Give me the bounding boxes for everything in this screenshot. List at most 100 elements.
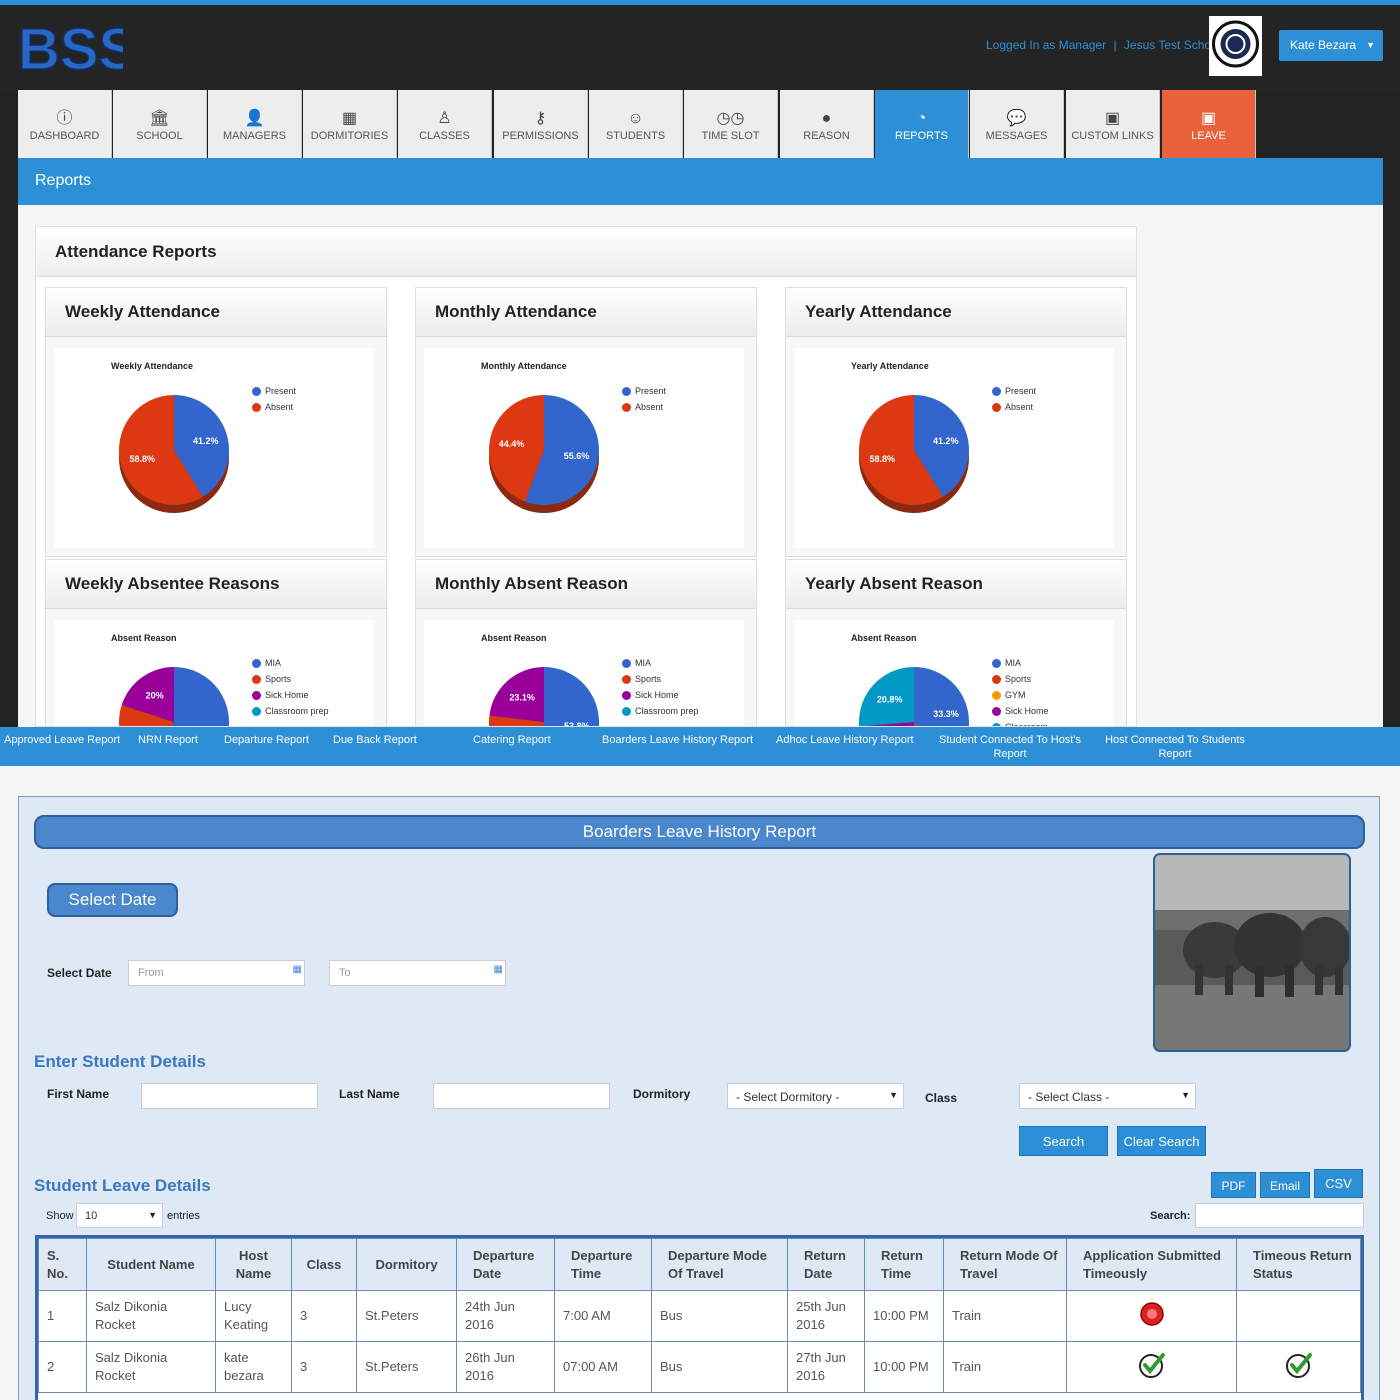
- legend-item[interactable]: Sick Home: [252, 690, 329, 706]
- tab-reports[interactable]: ◔ REPORTS: [875, 90, 969, 158]
- tab-dormitories[interactable]: ▦ DORMITORIES: [303, 90, 397, 158]
- legend-label: Sick Home: [1005, 706, 1049, 716]
- logged-in-link[interactable]: Logged In as Manager: [986, 38, 1106, 52]
- column-header[interactable]: Application Submitted Timeously: [1066, 1238, 1237, 1291]
- checkmark-icon: [1285, 1352, 1312, 1378]
- student-connected-to-hosts-report-link[interactable]: Student Connected To Host's Report: [936, 733, 1084, 761]
- column-header[interactable]: Dormitory: [356, 1238, 457, 1291]
- chart-title: Weekly Attendance: [111, 361, 194, 371]
- legend-item[interactable]: Sports: [992, 674, 1049, 690]
- departure-report-link[interactable]: Departure Report: [224, 733, 309, 747]
- pie-chart: 41.2% 58.8%: [118, 395, 229, 513]
- tab-students[interactable]: ☺ STUDENTS: [589, 90, 683, 158]
- legend-item[interactable]: MIA: [992, 658, 1049, 674]
- clear-search-button[interactable]: Clear Search: [1117, 1126, 1206, 1156]
- legend-swatch: [252, 403, 261, 413]
- to-date-input[interactable]: To ▦: [329, 960, 506, 986]
- attendance-panel-heading: Attendance Reports: [36, 227, 1136, 277]
- tab-leave[interactable]: ▣ LEAVE: [1162, 90, 1256, 158]
- reports-content: Attendance Reports Weekly Attendance Wee…: [18, 205, 1383, 727]
- class-select[interactable]: - Select Class - ▼: [1019, 1083, 1196, 1109]
- entries-label: entries: [167, 1210, 201, 1222]
- pdf-export-button[interactable]: PDF: [1211, 1172, 1256, 1198]
- legend-item[interactable]: Absent: [992, 402, 1036, 418]
- adhoc-leave-history-report-link[interactable]: Adhoc Leave History Report: [776, 733, 914, 747]
- column-header[interactable]: Timeous Return Status: [1236, 1238, 1361, 1291]
- chart-title: Absent Reason: [481, 633, 547, 643]
- due-back-report-link[interactable]: Due Back Report: [333, 733, 417, 747]
- legend-item[interactable]: Present: [622, 386, 666, 402]
- card-title: Monthly Absent Reason: [416, 560, 756, 609]
- csv-export-button[interactable]: CSV: [1314, 1169, 1363, 1198]
- column-header[interactable]: Departure Time: [554, 1238, 652, 1291]
- tab-custom-links[interactable]: ▣ CUSTOM LINKS: [1066, 90, 1160, 158]
- legend-item[interactable]: Sick Home: [992, 706, 1049, 722]
- column-header[interactable]: S. No.: [38, 1238, 87, 1291]
- legend-label: Sports: [265, 674, 292, 684]
- email-export-button[interactable]: Email: [1260, 1172, 1310, 1198]
- select-date-button[interactable]: Select Date: [47, 883, 178, 917]
- tab-time-slot[interactable]: ◷◷ TIME SLOT: [684, 90, 778, 158]
- legend-label: Absent: [635, 402, 664, 412]
- column-header[interactable]: Student Name: [86, 1238, 216, 1291]
- legend-item[interactable]: Sick Home: [622, 690, 699, 706]
- legend-item[interactable]: Sports: [622, 674, 699, 690]
- nrn-report-link[interactable]: NRN Report: [138, 733, 198, 747]
- tab-messages[interactable]: 💬 MESSAGES: [970, 90, 1064, 158]
- cell-class: 3: [291, 1290, 357, 1342]
- cell-departure-time: 7:00 AM: [554, 1290, 652, 1342]
- legend-item[interactable]: Classroom prep: [252, 706, 329, 722]
- bss-logo[interactable]: BSS: [18, 15, 123, 79]
- column-header[interactable]: Departure Date: [456, 1238, 555, 1291]
- legend-item[interactable]: Sports: [252, 674, 329, 690]
- from-date-input[interactable]: From ▦: [128, 960, 305, 986]
- legend-item[interactable]: MIA: [252, 658, 329, 674]
- legend-item[interactable]: Classroom prep: [622, 706, 699, 722]
- column-header[interactable]: Return Time: [864, 1238, 944, 1291]
- first-name-input[interactable]: [141, 1083, 318, 1109]
- search-button[interactable]: Search: [1019, 1126, 1108, 1156]
- weekly-absentee-reasons-card: Weekly Absentee Reasons Absent Reason 60…: [45, 559, 387, 726]
- tab-classes[interactable]: ♙ CLASSES: [398, 90, 492, 158]
- column-header[interactable]: Host Name: [215, 1238, 292, 1291]
- legend-item[interactable]: Absent: [252, 402, 296, 418]
- column-header[interactable]: Return Date: [787, 1238, 865, 1291]
- dormitory-select[interactable]: - Select Dormitory - ▼: [727, 1083, 904, 1109]
- pie-chart-icon: ◔: [916, 110, 927, 127]
- catering-report-link[interactable]: Catering Report: [473, 733, 551, 747]
- legend-item[interactable]: Present: [252, 386, 296, 402]
- tab-dashboard[interactable]: ⓘ DASHBOARD: [18, 90, 112, 158]
- host-connected-to-students-report-link[interactable]: Host Connected To Students Report: [1100, 733, 1250, 761]
- boarders-leave-history-report-link[interactable]: Boarders Leave History Report: [602, 733, 753, 747]
- calendar-icon[interactable]: ▦: [494, 964, 503, 975]
- legend-swatch: [992, 707, 1001, 717]
- legend-swatch: [252, 387, 261, 397]
- calendar-icon[interactable]: ▦: [293, 964, 302, 975]
- class-person-icon: ♙: [437, 110, 452, 127]
- card-title: Monthly Attendance: [416, 288, 756, 337]
- last-name-input[interactable]: [433, 1083, 610, 1109]
- legend-item[interactable]: Absent: [622, 402, 666, 418]
- legend-label: Present: [1005, 386, 1037, 396]
- legend-item[interactable]: GYM: [992, 690, 1049, 706]
- entries-per-page-select[interactable]: 10 ▼: [76, 1203, 163, 1228]
- tab-permissions[interactable]: ⚷ PERMISSIONS: [494, 90, 588, 158]
- school-building-icon: 🏛: [149, 110, 170, 127]
- legend-item[interactable]: MIA: [622, 658, 699, 674]
- approved-leave-report-link[interactable]: Approved Leave Report: [4, 733, 120, 747]
- user-menu-button[interactable]: Kate Bezara ▼: [1279, 30, 1383, 61]
- column-header[interactable]: Class: [291, 1238, 357, 1291]
- cell-class: 3: [291, 1341, 357, 1393]
- school-name-link[interactable]: Jesus Test School: [1124, 38, 1221, 52]
- column-header[interactable]: Return Mode Of Travel: [943, 1238, 1067, 1291]
- tab-managers[interactable]: 👤 MANAGERS: [208, 90, 302, 158]
- dormitory-label: Dormitory: [633, 1087, 691, 1101]
- legend-item[interactable]: Present: [992, 386, 1036, 402]
- yearly-absent-reason-card: Yearly Absent Reason Absent Reason 33.3%…: [785, 559, 1127, 726]
- tab-reason[interactable]: ● REASON: [780, 90, 874, 158]
- legend-swatch: [252, 691, 261, 701]
- suitcase-icon: ▣: [1200, 110, 1217, 127]
- tab-school[interactable]: 🏛 SCHOOL: [113, 90, 207, 158]
- table-search-input[interactable]: [1195, 1203, 1364, 1228]
- column-header[interactable]: Departure Mode Of Travel: [651, 1238, 788, 1291]
